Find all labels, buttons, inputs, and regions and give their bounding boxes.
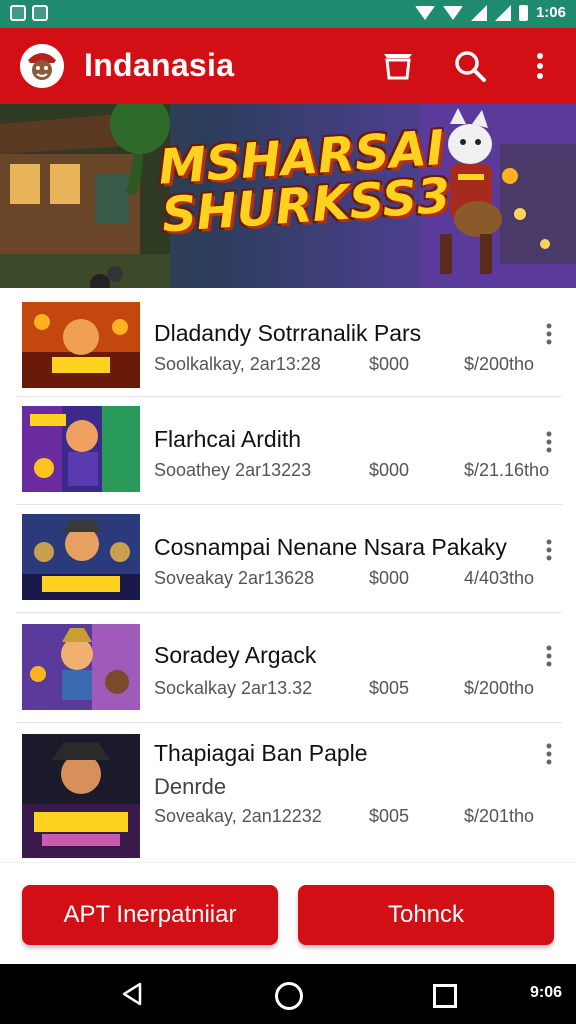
left-action-button[interactable]: APT Inerpatniiar <box>22 885 278 945</box>
item-extra: $/201tho <box>464 806 535 826</box>
app-title: Indanasia <box>84 47 235 83</box>
cart-icon[interactable] <box>380 48 416 84</box>
item-thumbnail <box>22 734 140 858</box>
battery-icon <box>518 4 528 21</box>
item-date: Soveakay, 2an12232 <box>154 806 322 826</box>
more-vert-icon[interactable] <box>542 322 556 346</box>
notification-icon <box>32 5 48 21</box>
item-price: $000 <box>369 460 410 480</box>
status-bar: 1:06 <box>0 0 576 28</box>
more-vert-icon[interactable] <box>522 48 558 84</box>
nav-time: 9:06 <box>529 984 562 1001</box>
item-date: Soolkalkay, 2ar13:28 <box>154 354 321 374</box>
status-notification-icons <box>10 5 48 21</box>
item-price: $000 <box>369 354 410 374</box>
more-vert-icon[interactable] <box>542 644 556 668</box>
item-date: Soveakay 2ar13628 <box>154 568 315 588</box>
item-date: Sooathey 2ar13223 <box>154 460 312 480</box>
signal-icon <box>470 4 487 21</box>
item-thumbnail <box>22 514 140 600</box>
item-date: Sockalkay 2ar13.32 <box>154 678 313 698</box>
promo-banner[interactable]: MSHARSAI SHURKSS3 <box>0 104 576 288</box>
app-logo-icon[interactable] <box>20 44 64 88</box>
banner-title: MSHARSAI SHURKSS3 <box>157 120 452 244</box>
status-time: 1:06 <box>535 4 566 21</box>
list-item[interactable]: Soradey Argack Sockalkay 2ar13.32 $005 $… <box>16 612 562 723</box>
back-icon[interactable] <box>120 982 144 1011</box>
item-title: Cosnampai Nenane Nsara Pakaky <box>154 534 507 560</box>
item-extra: $/200tho <box>464 678 535 698</box>
item-title: Flarhcai Ardith <box>154 426 302 452</box>
list-item[interactable]: Cosnampai Nenane Nsara Pakaky Soveakay 2… <box>16 504 562 613</box>
item-extra: $/21.16tho <box>464 460 550 480</box>
recent-apps-icon[interactable] <box>433 984 457 1008</box>
item-thumbnail <box>22 302 140 388</box>
app-bar: Indanasia <box>0 28 576 104</box>
notification-icon <box>10 5 26 21</box>
status-system-icons: 1:06 <box>414 4 566 21</box>
item-thumbnail <box>22 624 140 710</box>
list-item[interactable]: Thapiagai Ban Paple Denrde Soveakay, 2an… <box>16 722 562 860</box>
signal-icon <box>494 4 511 21</box>
more-vert-icon[interactable] <box>542 430 556 454</box>
item-thumbnail <box>22 406 140 492</box>
item-price: $005 <box>369 678 410 698</box>
item-extra: 4/403tho <box>464 568 535 588</box>
more-vert-icon[interactable] <box>542 742 556 766</box>
more-vert-icon[interactable] <box>542 538 556 562</box>
right-action-button[interactable]: Tohnck <box>298 885 554 945</box>
search-icon[interactable] <box>452 48 488 84</box>
wifi-icon <box>414 5 435 20</box>
item-title: Dladandy Sotrranalik Pars <box>154 320 422 346</box>
item-title: Thapiagai Ban Paple <box>154 740 368 766</box>
system-nav-bar: 9:06 <box>0 964 576 1024</box>
item-price: $000 <box>369 568 410 588</box>
list-item[interactable]: Dladandy Sotrranalik Pars Soolkalkay, 2a… <box>16 288 562 397</box>
item-subtitle: Denrde <box>154 774 227 799</box>
list-item[interactable]: Flarhcai Ardith Sooathey 2ar13223 $000 $… <box>16 396 562 505</box>
item-list: Dladandy Sotrranalik Pars Soolkalkay, 2a… <box>0 288 576 860</box>
item-title: Soradey Argack <box>154 642 317 668</box>
item-price: $005 <box>369 806 410 826</box>
bottom-action-bar: APT Inerpatniiar Tohnck <box>0 862 576 965</box>
wifi-icon <box>442 5 463 20</box>
home-icon[interactable] <box>275 982 303 1010</box>
item-extra: $/200tho <box>464 354 535 374</box>
